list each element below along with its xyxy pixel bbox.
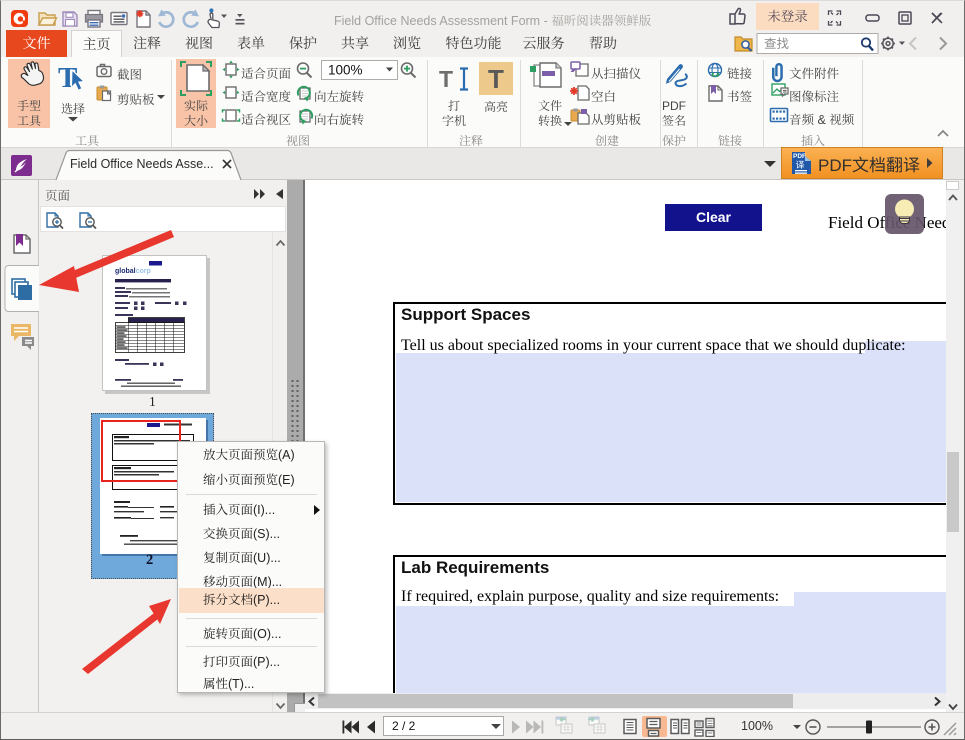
svg-text:查找: 查找 <box>764 33 790 52</box>
svg-text:T: T <box>488 64 504 94</box>
svg-text:T: T <box>439 66 453 92</box>
svg-text:译: 译 <box>796 158 805 171</box>
svg-text:globalcorp: globalcorp <box>115 268 151 275</box>
svg-text:100%: 100% <box>328 63 363 78</box>
